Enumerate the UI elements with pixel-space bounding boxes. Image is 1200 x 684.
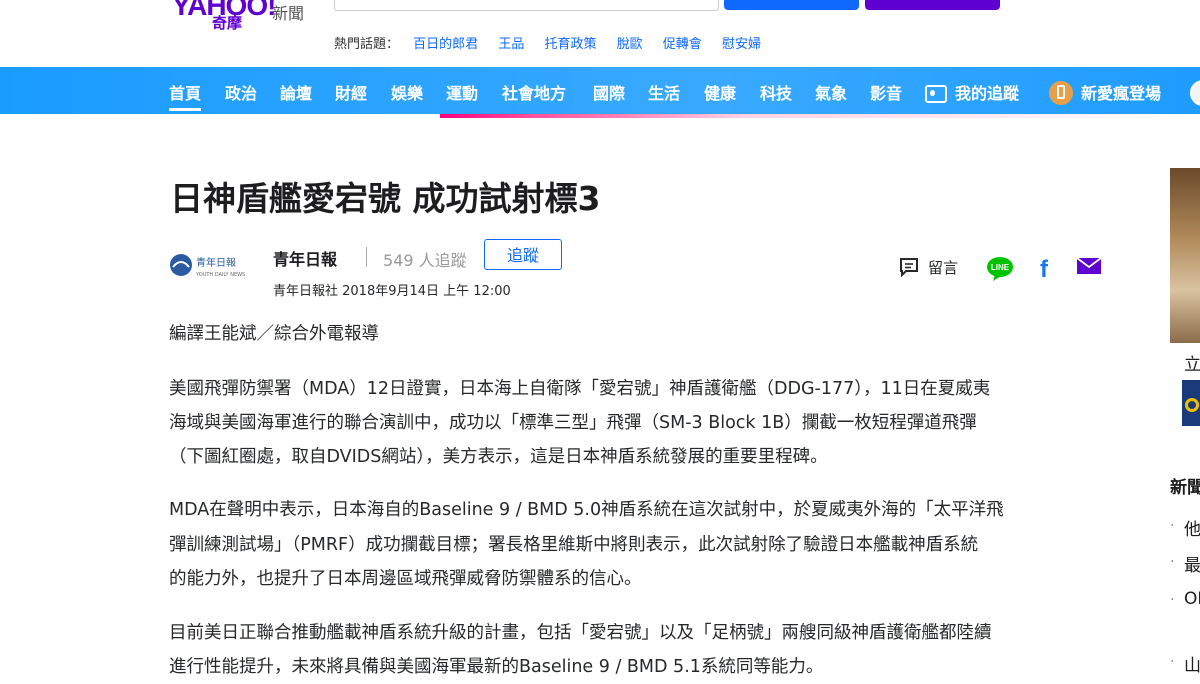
- hot-topics: 熱門話題： 百日的郎君 王品 托育政策 脫歐 促轉會 慰安婦: [334, 33, 777, 52]
- sidebar-section-title: 新聞: [1170, 478, 1200, 498]
- paragraph-line: （下圖紅圈處，取自DVIDS網站），美方表示，這是日本神盾系統發展的重要里程碑。: [169, 447, 828, 467]
- logo-sub: 奇摩: [212, 14, 243, 32]
- paragraph-line: 目前美日正聯合推動艦載神盾系統升級的計畫，包括「愛宕號」以及「足柄號」兩艘同級神…: [169, 623, 992, 643]
- paragraph-line: 美國飛彈防禦署（MDA）12日證實，日本海上自衛隊「愛宕號」神盾護衛艦（DDG-…: [169, 379, 991, 399]
- hot-topic-link[interactable]: 慰安婦: [722, 37, 761, 52]
- paragraph-line: 彈訓練測試場」（PMRF）成功攔截目標；署長格里維斯中將則表示，此次試射除了驗證…: [169, 535, 979, 555]
- nav-item-promo[interactable]: 新愛瘋登場: [1049, 80, 1161, 105]
- nav-item-finance[interactable]: 財經: [335, 80, 367, 104]
- follower-count: 549 人追蹤: [383, 251, 467, 270]
- nav-item-forum[interactable]: 論壇: [280, 80, 312, 104]
- facebook-share-icon[interactable]: f: [1036, 256, 1052, 280]
- sidebar-list-item[interactable]: 他: [1184, 515, 1200, 540]
- nav-item-politics[interactable]: 政治: [225, 80, 257, 104]
- paragraph-line: 海域與美國海軍進行的聯合演訓中，成功以「標準三型」飛彈（SM-3 Block 1…: [169, 413, 977, 433]
- paragraph-line: 的能力外，也提升了日本周邊區域飛彈威脅防禦體系的信心。: [169, 569, 642, 589]
- svg-text:青年日報: 青年日報: [196, 256, 236, 269]
- nav-item-society[interactable]: 社會地方: [502, 80, 566, 104]
- bullet-icon: ·: [1170, 592, 1175, 608]
- follow-button[interactable]: 追蹤: [484, 239, 562, 270]
- line-label: LINE: [991, 263, 1010, 272]
- mail-button[interactable]: [865, 0, 1000, 10]
- yahoo-logo[interactable]: YAHOO! 奇摩 新聞: [172, 0, 304, 32]
- nav-item-international[interactable]: 國際: [593, 80, 625, 104]
- sidebar-text[interactable]: 立: [1184, 350, 1200, 375]
- hot-topic-link[interactable]: 百日的郎君: [413, 37, 478, 52]
- page-title: 日神盾艦愛宕號 成功試射標3: [170, 179, 601, 218]
- right-sidebar: 立 新聞 · 他 · 最 · OE · 山: [1170, 168, 1200, 676]
- author-line: 編譯王能斌／綜合外電報導: [169, 324, 379, 344]
- promo-label: 新愛瘋登場: [1081, 84, 1162, 103]
- top-header: YAHOO! 奇摩 新聞 熱門話題： 百日的郎君 王品 托育政策 脫歐 促轉會 …: [0, 0, 1200, 66]
- nav-item-sports[interactable]: 運動: [446, 80, 478, 104]
- nav-item-weather[interactable]: 氣象: [815, 80, 847, 104]
- nav-item-entertainment[interactable]: 娛樂: [391, 80, 423, 104]
- divider: [366, 247, 367, 267]
- nav-item-health[interactable]: 健康: [704, 80, 736, 104]
- hot-topic-link[interactable]: 脫歐: [617, 37, 643, 52]
- hot-topics-label: 熱門話題：: [334, 37, 400, 52]
- profile-card-icon: [925, 85, 947, 103]
- paragraph-line: MDA在聲明中表示，日本海自的Baseline 9 / BMD 5.0神盾系統在…: [169, 500, 1004, 520]
- sidebar-image[interactable]: [1170, 168, 1200, 343]
- hot-topic-link[interactable]: 王品: [498, 37, 524, 52]
- sidebar-list-item[interactable]: 最: [1184, 551, 1200, 576]
- search-button[interactable]: [724, 0, 859, 10]
- sidebar-ad-tile[interactable]: [1182, 380, 1200, 426]
- hot-topic-link[interactable]: 促轉會: [663, 37, 702, 52]
- nav-accent-bar: [440, 114, 1200, 118]
- nav-item-tech[interactable]: 科技: [760, 80, 792, 104]
- sidebar-list-item[interactable]: 山: [1184, 651, 1200, 676]
- hot-topic-link[interactable]: 托育政策: [544, 37, 596, 52]
- byline-meta: 青年日報社 2018年9月14日 上午 12:00: [273, 284, 511, 299]
- sidebar-list-item[interactable]: OE: [1184, 589, 1200, 609]
- nav-item-video[interactable]: 影音: [870, 80, 902, 104]
- my-follow-label: 我的追蹤: [955, 84, 1020, 103]
- publisher-name[interactable]: 青年日報: [273, 246, 337, 270]
- bullet-icon: ·: [1170, 554, 1175, 570]
- comment-icon[interactable]: [898, 256, 920, 278]
- publisher-logo[interactable]: 青年日報 YOUTH DAILY NEWS: [168, 251, 260, 279]
- bullet-icon: ·: [1170, 518, 1175, 534]
- nav-item-life[interactable]: 生活: [648, 80, 680, 104]
- mail-share-icon[interactable]: [1076, 256, 1102, 276]
- svg-text:YOUTH DAILY NEWS: YOUTH DAILY NEWS: [195, 272, 245, 278]
- search-input[interactable]: [334, 0, 719, 11]
- paragraph-line: 進行性能提升，未來將具備與美國海軍最新的Baseline 9 / BMD 5.1…: [169, 657, 824, 677]
- facebook-label: f: [1040, 256, 1049, 280]
- line-share-icon[interactable]: LINE: [986, 256, 1014, 282]
- nav-item-home[interactable]: 首頁: [169, 80, 202, 111]
- section-name: 新聞: [272, 4, 305, 23]
- bullet-icon: ·: [1170, 654, 1175, 670]
- comment-label[interactable]: 留言: [928, 257, 958, 278]
- nav-item-my-follow[interactable]: 我的追蹤: [925, 80, 1019, 104]
- phone-icon: [1049, 81, 1073, 105]
